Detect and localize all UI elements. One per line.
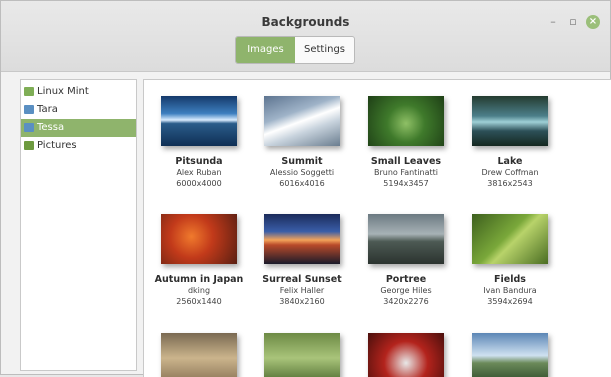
wallpaper-resolution: 6016x4016 [279,179,325,188]
wallpaper-thumbnail[interactable] [472,333,548,377]
wallpaper-resolution: 3840x2160 [279,297,325,306]
wallpaper-item[interactable] [460,333,560,377]
wallpaper-thumbnail[interactable] [264,96,340,146]
sidebar-item-linux-mint[interactable]: Linux Mint [21,83,136,101]
wallpaper-author: Bruno Fantinatti [373,168,439,177]
pictures-folder-icon [24,141,34,150]
wallpaper-resolution: 5194x3457 [383,179,429,188]
wallpaper-item-lake[interactable]: Lake Drew Coffman 3816x2543 [460,96,560,189]
wallpaper-author: Ivan Bandura [483,286,537,295]
wallpaper-name: Fields [494,274,526,285]
wallpaper-resolution: 3420x2276 [383,297,429,306]
wallpaper-thumbnail[interactable] [161,96,237,146]
wallpaper-thumbnail[interactable] [161,333,237,377]
wallpaper-resolution: 6000x4000 [176,179,222,188]
wallpaper-author: Drew Coffman [481,168,539,177]
titlebar[interactable]: Backgrounds – ▫ × Images Settings [1,1,610,72]
wallpaper-resolution: 3594x2694 [487,297,533,306]
sidebar: Linux Mint Tara Tessa Pictures [20,79,137,371]
wallpaper-author: Alex Ruban [176,168,222,177]
sidebar-item-label: Tara [37,104,58,115]
sidebar-item-tessa[interactable]: Tessa [21,119,136,137]
wallpaper-item-autumn-in-japan[interactable]: Autumn in Japan dking 2560x1440 [149,214,249,307]
wallpaper-author: George Hiles [380,286,432,295]
wallpaper-grid: Pitsunda Alex Ruban 6000x4000 Summit Ale… [143,79,611,377]
tab-images[interactable]: Images [236,37,295,63]
wallpaper-name: Surreal Sunset [262,274,342,285]
folder-icon [24,87,34,96]
wallpaper-thumbnail[interactable] [161,214,237,264]
wallpaper-item-fields[interactable]: Fields Ivan Bandura 3594x2694 [460,214,560,307]
wallpaper-thumbnail[interactable] [264,333,340,377]
wallpaper-name: Pitsunda [175,156,223,167]
wallpaper-item-surreal-sunset[interactable]: Surreal Sunset Felix Haller 3840x2160 [252,214,352,307]
sidebar-item-label: Pictures [37,140,77,151]
wallpaper-thumbnail[interactable] [472,214,548,264]
wallpaper-thumbnail[interactable] [368,214,444,264]
wallpaper-author: Felix Haller [279,286,325,295]
wallpaper-thumbnail[interactable] [264,214,340,264]
wallpaper-name: Lake [497,156,523,167]
sidebar-item-label: Tessa [37,122,65,133]
restore-icon[interactable]: ▫ [566,15,580,29]
sidebar-item-tara[interactable]: Tara [21,101,136,119]
wallpaper-thumbnail[interactable] [368,333,444,377]
wallpaper-item-summit[interactable]: Summit Alessio Soggetti 6016x4016 [252,96,352,189]
wallpaper-resolution: 2560x1440 [176,297,222,306]
wallpaper-item[interactable] [149,333,249,377]
tab-settings[interactable]: Settings [295,37,354,63]
wallpaper-author: dking [187,286,211,295]
sidebar-item-label: Linux Mint [37,86,89,97]
folder-icon [24,105,34,114]
wallpaper-name: Autumn in Japan [154,274,244,285]
wallpaper-resolution: 3816x2543 [487,179,533,188]
wallpaper-item-small-leaves[interactable]: Small Leaves Bruno Fantinatti 5194x3457 [356,96,456,189]
wallpaper-name: Summit [281,156,323,167]
sidebar-item-pictures[interactable]: Pictures [21,137,136,155]
wallpaper-item[interactable] [252,333,352,377]
wallpaper-item-portree[interactable]: Portree George Hiles 3420x2276 [356,214,456,307]
view-tabs: Images Settings [235,36,355,64]
wallpaper-thumbnail[interactable] [368,96,444,146]
wallpaper-thumbnail[interactable] [472,96,548,146]
wallpaper-item[interactable] [356,333,456,377]
wallpaper-item-pitsunda[interactable]: Pitsunda Alex Ruban 6000x4000 [149,96,249,189]
close-icon[interactable]: × [586,15,600,29]
wallpaper-author: Alessio Soggetti [269,168,335,177]
wallpaper-name: Portree [385,274,427,285]
window-title: Backgrounds [261,15,350,29]
backgrounds-window: Backgrounds – ▫ × Images Settings Linux … [0,0,611,377]
wallpaper-name: Small Leaves [370,156,442,167]
folder-icon [24,123,34,132]
minimize-icon[interactable]: – [546,15,560,29]
